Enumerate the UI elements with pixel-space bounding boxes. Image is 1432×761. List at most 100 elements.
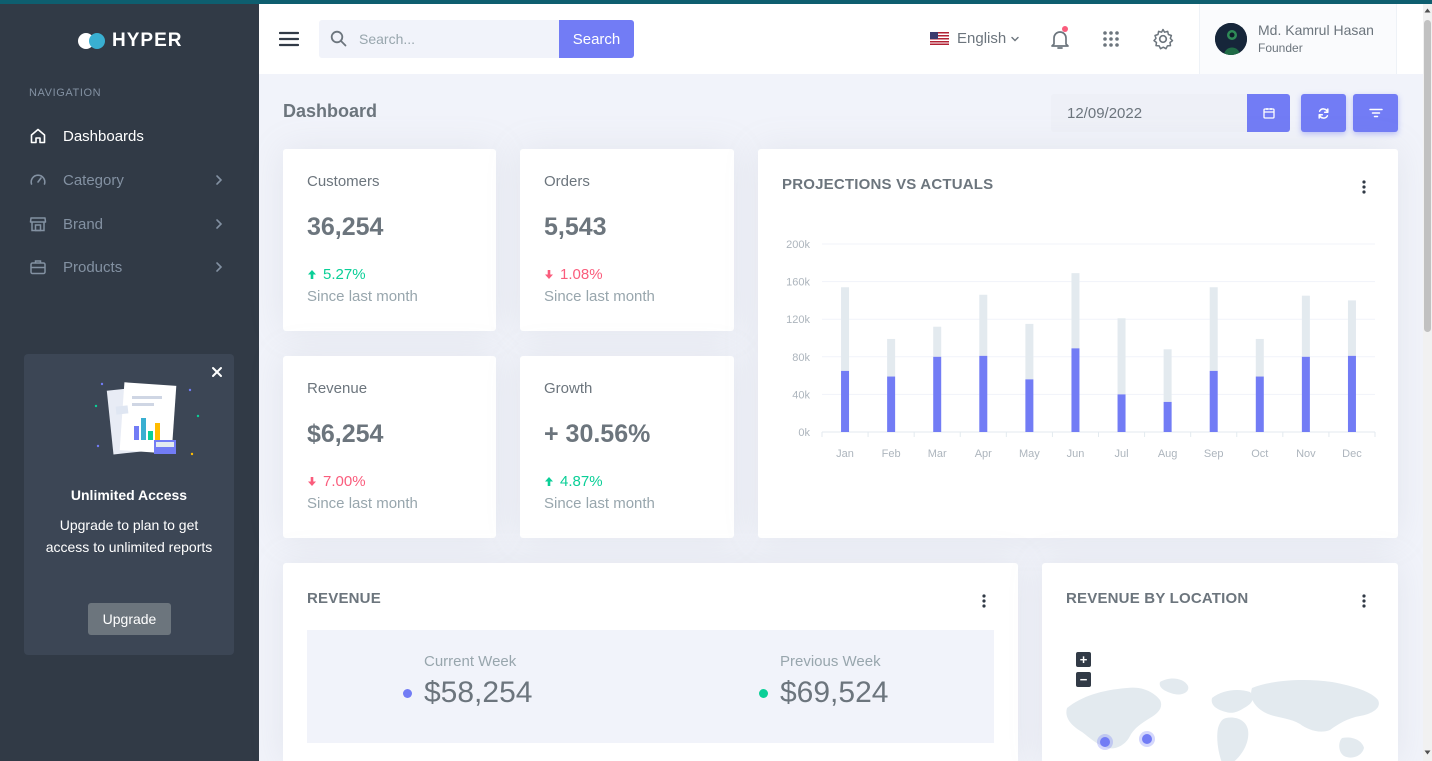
apps-grid-icon[interactable] — [1099, 27, 1123, 51]
store-icon — [29, 215, 47, 233]
bar-actual-jan — [841, 370, 850, 432]
bar-actual-mar — [933, 356, 942, 432]
stat-change-value: 1.08% — [560, 266, 603, 283]
map-marker-dot — [1142, 734, 1152, 744]
stat-card-orders: Orders 5,543 1.08% Since last month — [520, 149, 734, 331]
calendar-icon — [1262, 108, 1275, 119]
more-options-icon[interactable] — [1361, 593, 1367, 609]
page-title: Dashboard — [283, 101, 378, 121]
stat-since: Since last month — [307, 288, 418, 305]
bar-projection-mar — [933, 326, 942, 357]
stat-value: 36,254 — [307, 213, 384, 241]
stat-change: 1.08% — [544, 266, 603, 283]
page-scrollbar[interactable] — [1423, 4, 1432, 761]
y-tick-label: 40k — [792, 389, 810, 401]
search-button[interactable]: Search — [559, 20, 634, 58]
avatar — [1215, 23, 1247, 55]
x-tick-label: Apr — [975, 448, 992, 460]
bar-actual-jun — [1071, 348, 1080, 432]
language-selector[interactable]: English — [930, 30, 1020, 47]
stat-change-value: 5.27% — [323, 266, 366, 283]
y-tick-label: 200k — [786, 239, 810, 251]
bar-actual-nov — [1301, 356, 1310, 432]
sidebar: HYPER NAVIGATION Dashboards Category Bra… — [0, 0, 259, 761]
stat-value: + 30.56% — [544, 420, 651, 448]
brand-name: HYPER — [112, 30, 183, 51]
bar-actual-dec — [1347, 355, 1356, 432]
chevron-right-icon — [212, 173, 226, 187]
x-tick-label: Jul — [1115, 448, 1129, 460]
bar-projection-jan — [841, 287, 850, 371]
previous-week-dot — [759, 688, 768, 698]
stat-value: 5,543 — [544, 213, 607, 241]
hamburger-menu-icon[interactable] — [278, 31, 300, 47]
date-input[interactable] — [1051, 94, 1247, 132]
bar-projection-feb — [887, 338, 896, 377]
language-label: English — [957, 30, 1007, 47]
sidebar-item-brand[interactable]: Brand — [29, 212, 229, 236]
briefcase-icon — [29, 258, 47, 276]
current-week-summary: Current Week $58,254 — [403, 653, 532, 710]
filter-button[interactable] — [1353, 94, 1398, 132]
x-tick-label: Aug — [1158, 448, 1178, 460]
bar-projection-may — [1025, 323, 1034, 380]
revenue-summary: Current Week $58,254 Previous Week $69,5… — [307, 630, 994, 743]
stat-card-revenue: Revenue $6,254 7.00% Since last month — [283, 356, 496, 538]
stat-value: $6,254 — [307, 420, 384, 448]
arrow-down-icon — [308, 477, 316, 486]
search-input[interactable] — [319, 20, 559, 58]
search-icon — [330, 30, 347, 47]
stat-since: Since last month — [544, 495, 655, 512]
sidebar-item-products[interactable]: Products — [29, 255, 229, 279]
bar-projection-dec — [1347, 300, 1356, 356]
stat-label: Growth — [544, 380, 593, 397]
arrow-up-icon — [308, 270, 316, 279]
x-tick-label: Mar — [928, 448, 947, 460]
current-week-value: $58,254 — [424, 676, 533, 709]
upgrade-title: Unlimited Access — [70, 487, 188, 503]
stat-since: Since last month — [544, 288, 655, 305]
scroll-down-icon[interactable] — [1424, 749, 1431, 756]
revenue-by-location-card: REVENUE BY LOCATION + − — [1042, 563, 1398, 761]
sidebar-item-category[interactable]: Category — [29, 168, 229, 192]
stat-card-growth: Growth + 30.56% 4.87% Since last month — [520, 356, 734, 538]
close-icon[interactable] — [211, 365, 223, 377]
bar-actual-sep — [1209, 370, 1218, 432]
previous-week-value: $69,524 — [780, 676, 889, 709]
current-week-label: Current Week — [424, 653, 517, 670]
stat-change: 7.00% — [307, 473, 366, 490]
stat-since: Since last month — [307, 495, 418, 512]
bar-actual-jul — [1117, 394, 1126, 432]
chevron-right-icon — [212, 260, 226, 274]
upgrade-button[interactable]: Upgrade — [88, 603, 171, 635]
x-tick-label: Sep — [1204, 448, 1224, 460]
bar-projection-jun — [1071, 273, 1080, 349]
stat-change: 5.27% — [307, 266, 366, 283]
stat-label: Customers — [307, 173, 380, 190]
scroll-thumb[interactable] — [1424, 20, 1431, 332]
calendar-button[interactable] — [1247, 94, 1290, 132]
stat-card-customers: Customers 36,254 5.27% Since last month — [283, 149, 496, 331]
map-marker-dot — [1100, 737, 1110, 747]
y-tick-label: 0k — [798, 427, 810, 439]
more-options-icon[interactable] — [981, 593, 987, 609]
sidebar-item-dashboards[interactable]: Dashboards — [29, 124, 229, 148]
user-profile-menu[interactable]: Md. Kamrul Hasan Founder — [1199, 4, 1397, 74]
scroll-up-icon[interactable] — [1424, 7, 1431, 14]
bell-icon[interactable] — [1048, 27, 1072, 51]
projections-card: PROJECTIONS VS ACTUALS 0k 40k 80k 120k 160k 2… — [758, 149, 1398, 538]
gear-icon[interactable] — [1151, 27, 1175, 51]
chevron-down-icon — [1011, 36, 1019, 41]
previous-week-label: Previous Week — [780, 653, 881, 670]
x-tick-label: Oct — [1251, 448, 1268, 460]
map-zoom-in-button[interactable]: + — [1076, 652, 1091, 667]
brand-logo[interactable]: HYPER — [78, 30, 182, 52]
refresh-button[interactable] — [1301, 94, 1346, 132]
sidebar-item-label: Category — [63, 171, 124, 189]
bar-projection-sep — [1209, 287, 1218, 371]
world-map — [1066, 678, 1379, 761]
y-tick-label: 160k — [786, 277, 810, 289]
logo-icon — [78, 32, 106, 50]
chevron-right-icon — [212, 217, 226, 231]
filter-icon — [1368, 108, 1383, 118]
